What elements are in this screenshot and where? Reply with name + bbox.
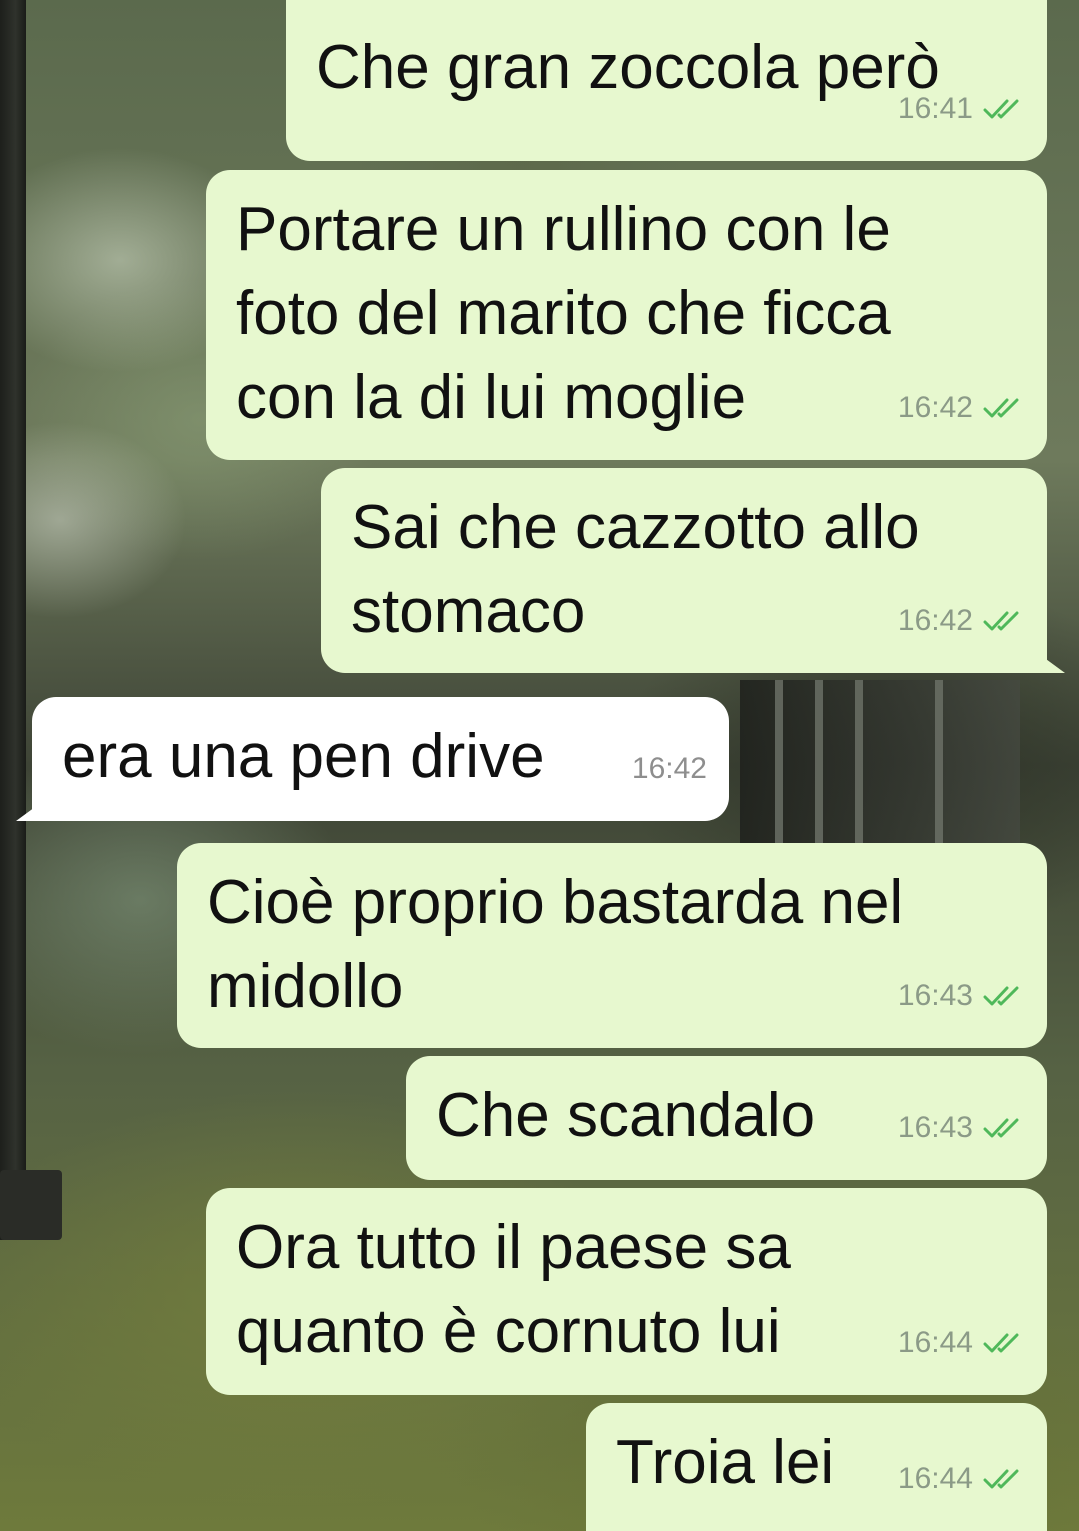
message-bubble-incoming[interactable]: era una pen drive 16:42	[16, 697, 729, 821]
message-bubble-outgoing[interactable]: Che scandalo 16:43	[406, 1056, 1047, 1180]
double-check-icon	[983, 1118, 1019, 1138]
message-text: era una pen drive	[62, 722, 545, 791]
message-time: 16:43	[897, 1111, 973, 1144]
double-check-icon	[983, 986, 1019, 1006]
message-bubble-outgoing[interactable]: Troia lei 16:44	[586, 1403, 1047, 1531]
message-meta: 16:41	[898, 67, 1027, 151]
bubble-tail	[1035, 651, 1065, 673]
double-check-icon	[983, 1469, 1019, 1489]
double-check-icon	[983, 398, 1019, 418]
message-time: 16:44	[897, 1462, 973, 1495]
message-time: 16:42	[897, 391, 973, 424]
wallpaper-post-base	[0, 1170, 62, 1240]
message-bubble-outgoing[interactable]: Sai che cazzotto allo stomaco 16:42	[321, 468, 1065, 673]
message-time: 16:42	[631, 752, 707, 785]
wallpaper-post	[0, 0, 26, 1240]
double-check-icon	[983, 611, 1019, 631]
message-meta: 16:42	[898, 366, 1027, 450]
message-bubble-outgoing[interactable]: Ora tutto il paese sa quanto è cornuto l…	[206, 1188, 1047, 1395]
message-meta: 16:42	[632, 727, 707, 811]
message-time: 16:42	[897, 604, 973, 637]
message-time: 16:41	[897, 92, 973, 125]
message-meta: 16:43	[898, 954, 1027, 1038]
double-check-icon	[983, 1333, 1019, 1353]
message-bubble-outgoing[interactable]: Portare un rullino con le foto del marit…	[206, 170, 1047, 460]
message-time: 16:43	[897, 979, 973, 1012]
message-meta: 16:43	[898, 1086, 1027, 1170]
message-bubble-outgoing[interactable]: Che gran zoccola però 16:41	[286, 0, 1047, 161]
double-check-icon	[983, 99, 1019, 119]
bubble-tail	[16, 799, 46, 821]
message-meta: 16:44	[898, 1437, 1027, 1521]
message-meta: 16:44	[898, 1301, 1027, 1385]
message-time: 16:44	[897, 1326, 973, 1359]
message-meta: 16:42	[898, 579, 1027, 663]
message-bubble-outgoing[interactable]: Cioè proprio bastarda nel midollo 16:43	[177, 843, 1047, 1048]
